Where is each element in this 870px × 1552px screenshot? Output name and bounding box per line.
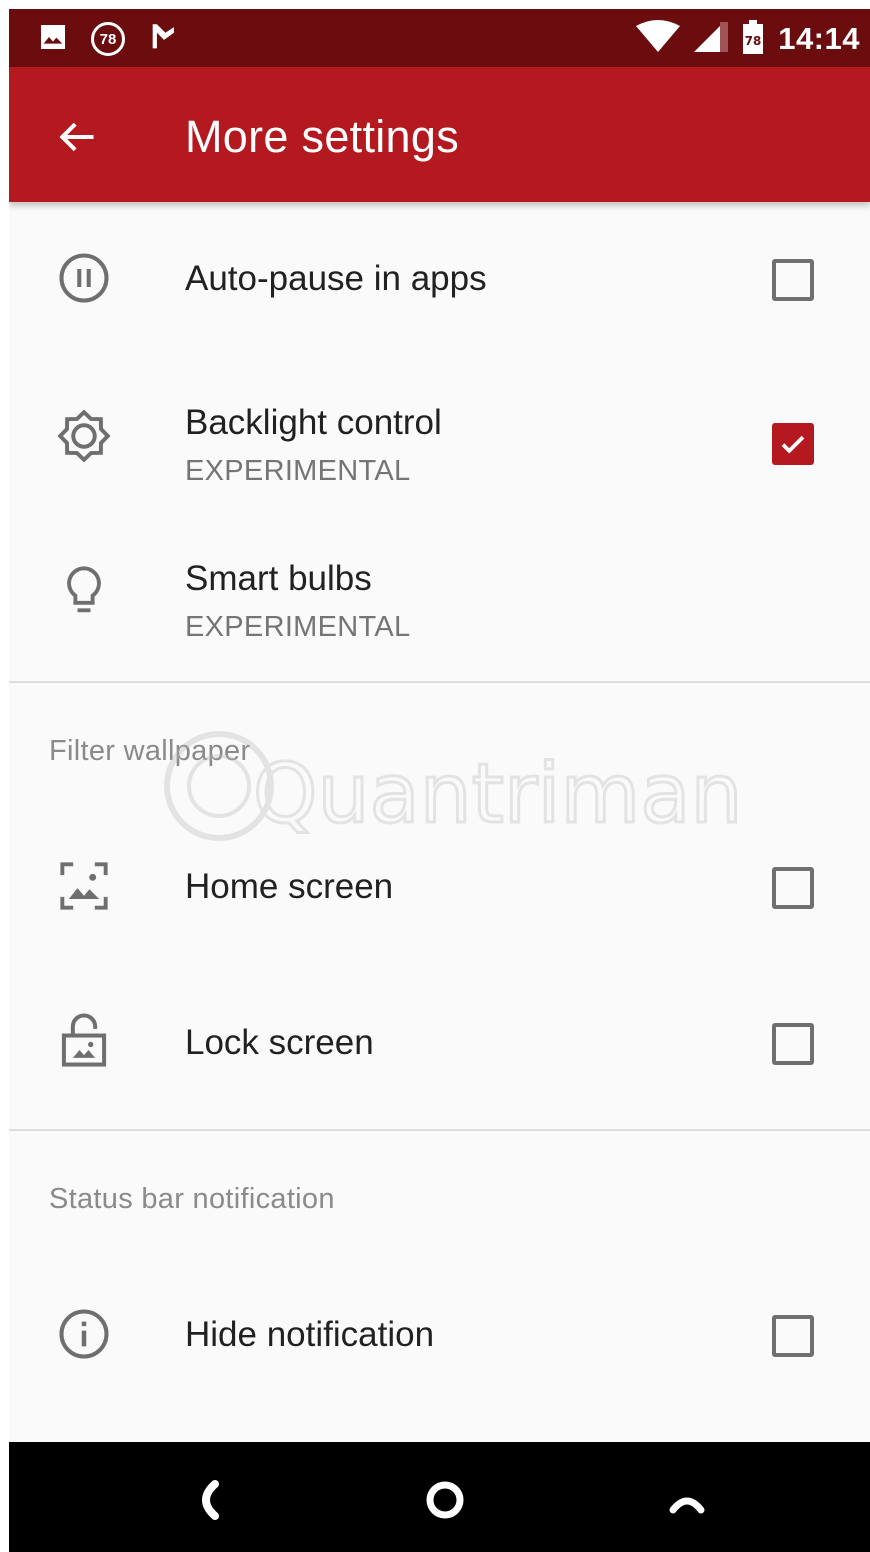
info-icon [55,1305,113,1363]
checkmark-icon [781,435,805,454]
lock-screen-checkbox[interactable] [772,1023,814,1065]
divider [9,1129,870,1131]
pause-circle-icon [55,249,113,307]
screen: 78 78 14:14 More settings Auto-pause in … [9,9,870,1552]
back-nav-icon [202,1480,219,1520]
setting-subtitle: EXPERIMENTAL [185,455,411,487]
nav-home-button[interactable] [415,1470,475,1530]
setting-title: Hide notification [185,1315,435,1354]
status-time: 14:14 [778,21,860,56]
setting-row-auto-pause[interactable]: Auto-pause in apps [9,203,870,353]
setting-row-smart-bulbs[interactable]: Smart bulbs EXPERIMENTAL [9,513,870,681]
signal-icon [694,20,729,59]
check-flag-icon [147,20,181,59]
auto-pause-checkbox[interactable] [772,259,814,301]
arrow-left-icon [59,122,94,152]
battery-icon: 78 [742,19,764,59]
lock-wallpaper-icon [55,1011,113,1069]
home-screen-checkbox[interactable] [772,867,814,909]
setting-row-backlight[interactable]: Backlight control EXPERIMENTAL [9,353,870,513]
section-header-wallpaper: Filter wallpaper [49,735,251,767]
setting-title: Lock screen [185,1023,374,1062]
status-bar-left: 78 [37,21,181,57]
badge-78-icon: 78 [91,22,125,56]
setting-title: Home screen [185,867,394,906]
backlight-checkbox[interactable] [772,423,814,465]
setting-row-hide-notification[interactable]: Hide notification [9,1257,870,1417]
setting-title: Backlight control [185,403,442,442]
setting-row-home-screen[interactable]: Home screen [9,809,870,965]
wallpaper-icon [55,857,113,915]
app-bar: More settings [9,67,870,202]
image-icon [37,21,69,58]
setting-title: Auto-pause in apps [185,259,487,298]
setting-subtitle: EXPERIMENTAL [185,611,411,643]
setting-title: Smart bulbs [185,559,372,598]
status-bar-right: 78 14:14 [636,19,860,59]
nav-recents-button[interactable] [657,1470,717,1530]
brightness-icon [55,407,113,465]
status-bar: 78 78 14:14 [9,9,870,67]
back-button[interactable] [49,109,105,165]
svg-text:78: 78 [745,34,762,48]
page-title: More settings [185,111,460,162]
setting-row-lock-screen[interactable]: Lock screen [9,965,870,1129]
lightbulb-icon [55,563,113,621]
hide-notification-checkbox[interactable] [772,1315,814,1357]
recents-nav-icon [669,1497,705,1514]
wifi-icon [636,19,681,59]
divider [9,681,870,683]
home-nav-icon [426,1481,464,1519]
navigation-bar [9,1442,870,1552]
section-header-notification: Status bar notification [49,1183,335,1215]
nav-back-button[interactable] [175,1470,235,1530]
